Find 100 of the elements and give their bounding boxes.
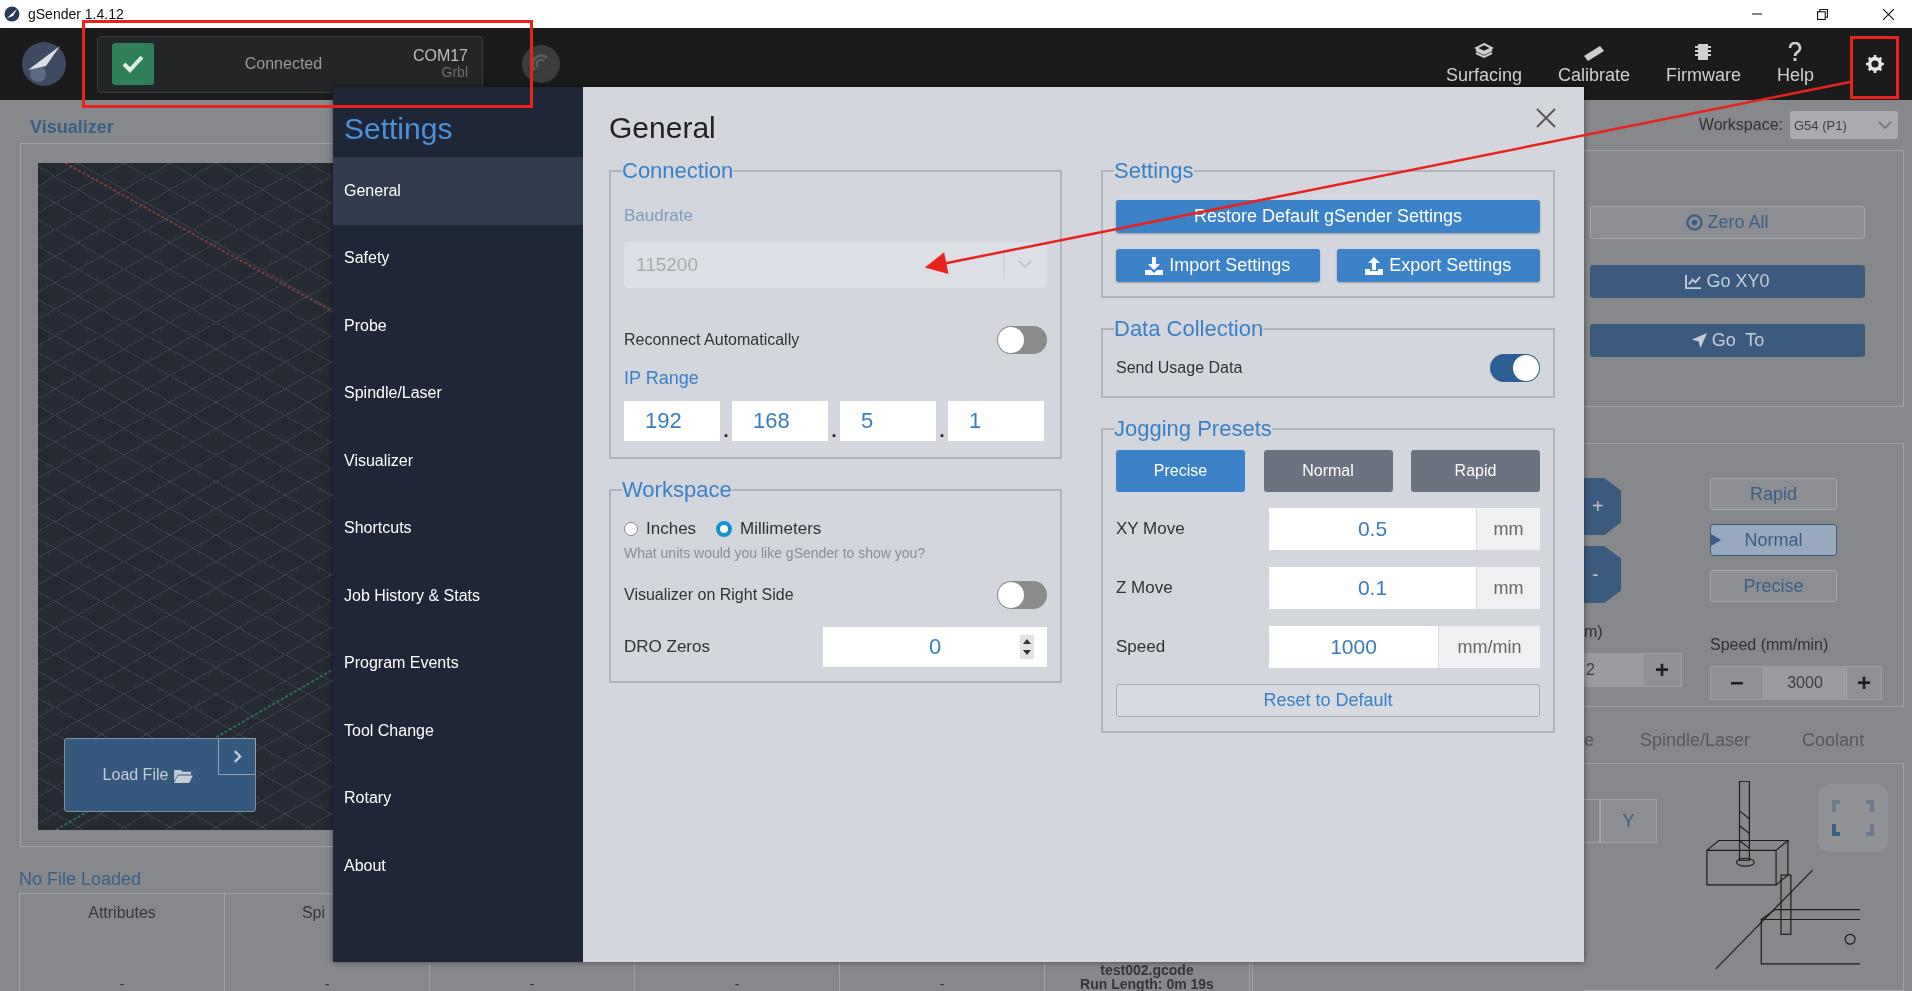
settings-button[interactable]: Import Settings	[1116, 249, 1320, 282]
connection-status: Connected	[243, 55, 324, 73]
table-cell: -	[529, 977, 535, 991]
nav-item[interactable]: Safety	[333, 224, 583, 292]
paper-plane-icon	[1690, 332, 1708, 349]
ip-field[interactable]: 1	[948, 401, 1044, 441]
target-icon	[1686, 214, 1704, 231]
workspace-label: Workspace:	[1698, 116, 1783, 134]
table-header: Spi	[301, 904, 325, 922]
load-file-button[interactable]: Load File	[64, 738, 256, 812]
toggle-switch[interactable]	[997, 326, 1047, 354]
close-button[interactable]	[1536, 108, 1556, 128]
toolbar-button[interactable]: Calibrate	[1557, 42, 1630, 86]
jog-preset-button[interactable]: Normal	[1710, 524, 1837, 556]
restore-icon[interactable]	[1817, 8, 1828, 20]
nav-item[interactable]: Job History & Stats	[333, 562, 583, 630]
app-icon	[4, 6, 20, 22]
value-field[interactable]: 0.1	[1269, 567, 1476, 609]
close-icon	[1536, 108, 1556, 128]
nav-item[interactable]: Spindle/Laser	[333, 359, 583, 427]
preset-tab[interactable]: Normal	[1263, 450, 1393, 492]
toolbar-button[interactable]: Help	[1776, 42, 1814, 86]
page-heading: General	[609, 110, 716, 145]
increase-button[interactable]: +	[1846, 666, 1882, 700]
group-legend: Settings	[1114, 158, 1194, 184]
table-cell: -	[939, 977, 945, 991]
pointer-icon	[1711, 534, 1721, 546]
settings-icon	[1866, 55, 1884, 73]
preset-tab[interactable]: Precise	[1116, 450, 1245, 492]
field-label: IP Range	[624, 368, 699, 388]
field-label: Z Move	[1116, 578, 1174, 598]
spinner-icon	[1020, 635, 1034, 659]
chart-icon	[1685, 274, 1703, 289]
nav-item[interactable]: Tool Change	[333, 697, 583, 765]
close-icon[interactable]	[1883, 8, 1894, 20]
table-cell: -	[119, 977, 125, 991]
jog-z-button[interactable]: +	[1584, 478, 1621, 535]
hint-text: What units would you like gSender to show you?	[624, 545, 926, 561]
table-cell: -	[324, 977, 330, 991]
setting-label: Visualizer on Right Side	[624, 586, 794, 604]
workspace-button[interactable]: Go To	[1590, 324, 1865, 357]
nav-item[interactable]: Probe	[333, 292, 583, 360]
nav-item[interactable]: Program Events	[333, 629, 583, 697]
expand-button[interactable]	[218, 738, 256, 775]
radio-label: Millimeters	[740, 519, 822, 539]
unit-label: mm	[1476, 567, 1540, 609]
step-field[interactable]: 2	[1584, 653, 1642, 687]
settings-button[interactable]: Export Settings	[1336, 249, 1540, 282]
reset-button[interactable]: Reset to Default	[1116, 684, 1540, 717]
group-legend: Data Collection	[1114, 316, 1264, 342]
radio-label: Inches	[646, 519, 697, 539]
group-legend: Workspace	[622, 477, 732, 503]
select-value: G54 (P1)	[1794, 117, 1847, 133]
download-icon	[1145, 256, 1164, 275]
settings-button[interactable]: Restore Default gSender Settings	[1116, 200, 1540, 233]
dialog-title: Settings	[344, 112, 453, 146]
increase-button[interactable]: +	[1642, 653, 1682, 687]
decrease-button[interactable]: −	[1710, 666, 1764, 700]
nav-item[interactable]: General	[333, 157, 583, 225]
jog-z-button[interactable]: -	[1584, 546, 1621, 603]
value-field[interactable]: 0.5	[1269, 508, 1476, 550]
nav-item[interactable]: About	[333, 832, 583, 900]
speed-field[interactable]: 3000	[1764, 666, 1846, 700]
setting-label: DRO Zeros	[624, 637, 710, 657]
value-field[interactable]: 1000	[1269, 626, 1438, 668]
nav-item[interactable]: Rotary	[333, 764, 583, 832]
signal-icon	[521, 44, 561, 84]
setting-label: Reconnect Automatically	[624, 331, 800, 349]
dro-zeros-field[interactable]: 0	[823, 627, 1047, 667]
nav-item[interactable]: Shortcuts	[333, 494, 583, 562]
firmware-label: Grbl	[441, 64, 468, 81]
field-label: Baudrate	[624, 206, 693, 225]
ip-field[interactable]: 192	[624, 401, 720, 441]
ip-separator: .	[830, 421, 838, 441]
toolbar-button[interactable]: Firmware	[1665, 42, 1741, 86]
toggle-switch[interactable]	[997, 581, 1047, 609]
step-label: m)	[1584, 623, 1603, 640]
toggle-switch[interactable]	[1490, 354, 1540, 382]
field-label: Speed	[1116, 637, 1167, 657]
table-cell: -	[734, 977, 740, 991]
run-length: Run Length: 0m 19s	[1080, 977, 1214, 991]
radio-button[interactable]	[624, 522, 638, 536]
speed-label: Speed (mm/min)	[1710, 636, 1829, 653]
settings-button[interactable]	[1866, 55, 1884, 73]
upload-icon	[1365, 256, 1384, 275]
ip-field[interactable]: 168	[732, 401, 828, 441]
setting-label: Send Usage Data	[1116, 359, 1243, 377]
ip-field[interactable]: 5	[840, 401, 936, 441]
toolbar-button[interactable]: Surfacing	[1445, 42, 1522, 86]
file-status: No File Loaded	[19, 869, 142, 889]
workspace-button[interactable]: Go XY0	[1590, 265, 1865, 298]
unit-label: mm/min	[1438, 626, 1540, 668]
ip-separator: .	[722, 421, 730, 441]
radio-button[interactable]	[716, 521, 733, 537]
question-icon	[1788, 42, 1803, 62]
preset-tab[interactable]: Rapid	[1411, 450, 1540, 492]
workspace-select[interactable]: G54 (P1)	[1790, 111, 1898, 139]
chevron-right-icon	[232, 750, 242, 763]
chip-icon	[1693, 42, 1714, 62]
nav-item[interactable]: Visualizer	[333, 427, 583, 495]
